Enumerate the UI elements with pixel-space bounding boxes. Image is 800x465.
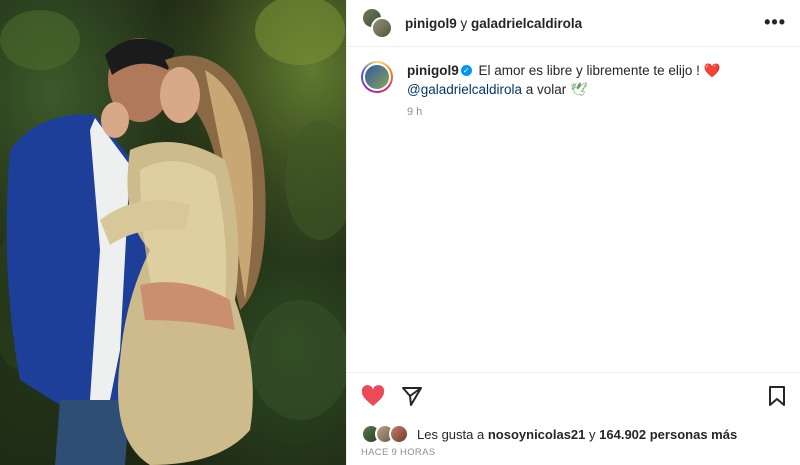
- mention-link[interactable]: @galadrielcaldirola: [407, 82, 522, 97]
- caption-text: El amor es libre y libremente te elijo !: [478, 63, 700, 78]
- likes-joiner: y: [589, 426, 596, 442]
- post-photo[interactable]: [0, 0, 346, 465]
- username-link[interactable]: pinigol9: [405, 16, 457, 31]
- caption: pinigol9 ✓ El amor es libre y libremente …: [347, 47, 800, 122]
- send-icon[interactable]: [401, 385, 423, 412]
- collab-usernames: pinigol9 y galadrielcaldirola: [405, 16, 582, 31]
- caption-time[interactable]: 9 h: [407, 103, 720, 122]
- avatar[interactable]: [363, 63, 391, 91]
- post-timestamp[interactable]: HACE 9 HORAS: [361, 447, 435, 458]
- collab-avatars[interactable]: [361, 7, 393, 39]
- username-separator: y: [460, 15, 468, 31]
- likes-prefix: Les gusta a: [417, 426, 485, 442]
- bookmark-icon[interactable]: [768, 385, 786, 412]
- photo-illustration: [0, 0, 346, 465]
- heart-filled-icon[interactable]: [361, 384, 385, 412]
- likes-summary: Les gusta a nosoynicolas21 y 164.902 per…: [361, 424, 737, 444]
- post-header: pinigol9 y galadrielcaldirola •••: [347, 0, 800, 47]
- avatar[interactable]: [371, 17, 393, 39]
- caption-username[interactable]: pinigol9: [407, 63, 459, 78]
- more-horizontal-icon[interactable]: •••: [764, 12, 786, 33]
- heart-emoji: ❤️: [703, 63, 721, 78]
- action-bar: [347, 372, 800, 423]
- caption-body: pinigol9 ✓ El amor es libre y libremente …: [407, 61, 720, 122]
- post-sidebar: pinigol9 y galadrielcaldirola ••• pinigo…: [346, 0, 800, 465]
- username-link[interactable]: galadrielcaldirola: [471, 16, 582, 31]
- story-ring[interactable]: [361, 61, 393, 93]
- dove-emoji: 🕊: [570, 82, 588, 97]
- likes-count[interactable]: 164.902 personas más: [599, 427, 737, 442]
- instagram-post: pinigol9 y galadrielcaldirola ••• pinigo…: [0, 0, 800, 465]
- likes-text: Les gusta a nosoynicolas21 y 164.902 per…: [417, 427, 737, 442]
- avatar: [389, 424, 409, 444]
- verified-badge-icon: ✓: [460, 64, 472, 76]
- caption-text-2: a volar: [525, 82, 567, 97]
- liker-username[interactable]: nosoynicolas21: [488, 427, 586, 442]
